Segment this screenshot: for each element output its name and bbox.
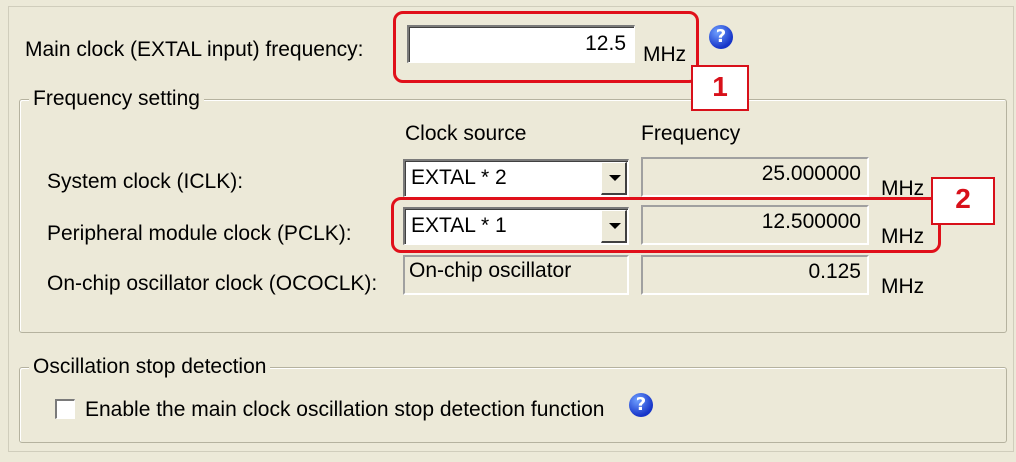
system-clock-frequency: 25.000000	[641, 157, 869, 197]
help-icon[interactable]: ?	[709, 25, 733, 49]
chevron-down-icon[interactable]	[601, 162, 627, 195]
ococlk-unit: MHz	[881, 275, 925, 298]
clock-settings-panel: Main clock (EXTAL input) frequency: 12.5…	[8, 6, 1014, 452]
oscillation-stop-checkbox-label[interactable]: Enable the main clock oscillation stop d…	[85, 397, 604, 423]
system-clock-label: System clock (ICLK):	[47, 170, 244, 193]
highlight-main-clock	[393, 11, 699, 83]
main-clock-label: Main clock (EXTAL input) frequency:	[25, 38, 364, 61]
system-clock-source-select[interactable]: EXTAL * 2	[403, 159, 629, 197]
ococlk-frequency: 0.125	[641, 255, 869, 295]
ococlk-label: On-chip oscillator clock (OCOCLK):	[47, 272, 378, 295]
peripheral-clock-label: Peripheral module clock (PCLK):	[47, 222, 352, 245]
frequency-header: Frequency	[641, 122, 741, 145]
ococlk-source: On-chip oscillator	[403, 255, 629, 295]
clock-source-header: Clock source	[405, 122, 527, 145]
oscillation-stop-checkbox[interactable]	[55, 399, 75, 419]
callout-two: 2	[931, 177, 995, 225]
callout-one: 1	[691, 65, 749, 111]
oscillation-stop-legend: Oscillation stop detection	[29, 355, 271, 379]
highlight-peripheral-clock	[391, 197, 941, 253]
frequency-setting-legend: Frequency setting	[29, 87, 204, 111]
help-icon[interactable]: ?	[629, 393, 653, 417]
system-clock-source-value: EXTAL * 2	[411, 166, 507, 189]
